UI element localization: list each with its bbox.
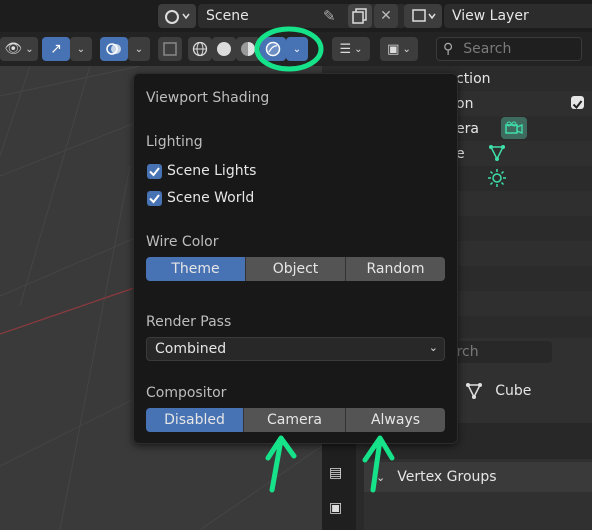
xray-icon [163,42,177,56]
checkmark-icon [572,100,583,110]
wireframe-shading-button[interactable] [188,37,212,61]
chevron-down-icon: ⌄ [354,43,363,55]
outliner-display-mode[interactable]: ☰ ⌄ [332,37,370,61]
top-bar: Scene ✎ ✕ View Layer [0,0,592,32]
copy-icon [352,8,367,24]
solid-sphere-icon [217,42,231,56]
delete-scene-button[interactable]: ✕ [374,4,398,28]
new-scene-button[interactable] [348,4,372,28]
gizmo-icon: ↗ [50,41,62,57]
chevron-down-icon: ⌄ [292,43,302,55]
close-icon: ✕ [380,8,392,24]
scene-type-button[interactable] [158,4,196,28]
rendered-shading-button[interactable] [260,37,286,61]
image-stack-icon [412,9,436,22]
properties-search-field[interactable]: arch [444,341,552,363]
solid-shading-button[interactable] [212,37,236,61]
wire-color-heading: Wire Color [146,234,219,250]
compositor-camera-option[interactable]: Camera [244,408,346,432]
compositor-always-option[interactable]: Always [346,408,445,432]
overlays-toggle[interactable] [100,37,128,61]
outliner-filter[interactable]: ▣ ⌄ [380,37,418,61]
chevron-down-icon: ⌄ [76,43,86,55]
vertex-groups-panel-header[interactable]: ⌄ Vertex Groups [364,462,592,492]
wire-color-theme-option[interactable]: Theme [146,257,246,281]
scene-world-label[interactable]: Scene World [167,190,254,206]
rendered-sphere-icon [265,41,281,57]
compositor-disabled-option[interactable]: Disabled [146,408,244,432]
gizmo-toggle[interactable]: ↗ [42,37,70,61]
material-preview-button[interactable] [236,37,260,61]
scene-lights-checkbox[interactable] [147,164,162,179]
view-layer-type-button[interactable] [404,4,442,28]
eye-icon: 👁 [4,41,23,57]
overlays-icon [106,43,121,55]
checkmark-icon [149,194,160,204]
search-placeholder: Search [463,41,512,57]
exclude-checkbox[interactable] [571,96,584,110]
mesh-data-icon[interactable] [488,144,506,166]
scene-name: Scene [206,8,249,24]
hierarchy-icon: ☰ [339,41,352,57]
image-stack-icon: ▣ [387,41,400,57]
popover-title: Viewport Shading [146,90,270,106]
tab-object-data[interactable]: ▣ [329,500,349,520]
wireframe-icon [192,41,208,57]
scene-lights-label[interactable]: Scene Lights [167,163,256,179]
scene-icon [165,10,190,24]
viewport-shading-popover: Viewport Shading Lighting Scene Lights S… [133,73,458,444]
breadcrumb: › Cube [452,381,531,401]
scene-world-checkbox[interactable] [147,191,162,206]
render-pass-dropdown[interactable]: Combined ⌄ [146,337,445,361]
checkmark-icon [149,167,160,177]
mesh-icon [466,383,483,399]
tab-physics[interactable]: ▤ [329,465,349,485]
compositor-selector: Disabled Camera Always [146,408,445,432]
view-layer-name-field[interactable]: View Layer [444,4,592,28]
outliner-row-label: on [456,96,474,112]
compositor-heading: Compositor [146,385,227,401]
wire-color-selector: Theme Object Random [146,257,445,281]
camera-icon [505,121,523,134]
wire-color-object-option[interactable]: Object [246,257,346,281]
material-sphere-icon [241,42,255,56]
render-pass-value: Combined [155,341,227,357]
visibility-dropdown[interactable]: 👁 ⌄ [0,37,38,61]
search-icon: ⚲ [443,41,454,57]
chevron-down-icon: ⌄ [402,43,411,55]
outliner-search-field[interactable]: ⚲ Search [436,37,582,61]
object-name: Cube [495,383,532,399]
outliner-row-label: ction [456,71,491,87]
light-data-icon[interactable] [488,169,506,191]
shading-options-dropdown[interactable]: ⌄ [286,37,308,61]
chevron-down-icon: ⌄ [25,43,34,55]
lighting-heading: Lighting [146,134,203,150]
sun-icon [488,169,506,187]
overlays-dropdown[interactable]: ⌄ [128,37,150,61]
gizmo-dropdown[interactable]: ⌄ [70,37,92,61]
wire-color-random-option[interactable]: Random [346,257,445,281]
outliner-row-label: era [456,121,479,137]
chevron-down-icon: ⌄ [376,470,386,484]
chevron-down-icon: ⌄ [134,43,144,55]
viewport-header: 👁 ⌄ ↗ ⌄ ⌄ ⌄ ☰ ⌄ ▣ ⌄ ⚲ Search [0,32,592,66]
vertex-icon [489,145,505,161]
render-pass-heading: Render Pass [146,314,232,330]
vertex-groups-label: Vertex Groups [397,469,497,485]
chevron-down-icon: ⌄ [428,341,438,354]
camera-data-icon[interactable] [501,117,527,139]
view-layer-name: View Layer [452,8,529,24]
pin-icon[interactable]: ✎ [323,7,343,25]
xray-toggle[interactable] [158,37,182,61]
